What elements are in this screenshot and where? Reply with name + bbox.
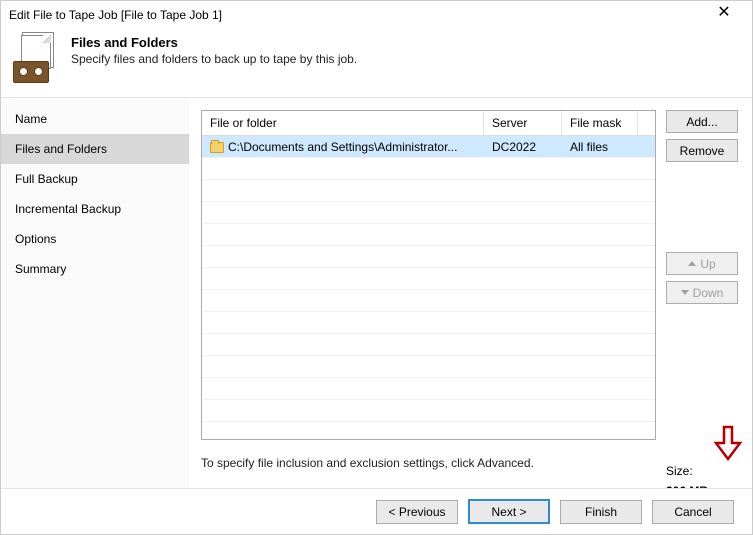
arrow-down-icon — [681, 290, 689, 295]
grid-row-empty — [202, 400, 655, 422]
previous-button[interactable]: < Previous — [376, 500, 458, 524]
sidebar-item-options[interactable]: Options — [1, 224, 189, 254]
annotation-arrow-icon — [714, 425, 742, 461]
sidebar-item-summary[interactable]: Summary — [1, 254, 189, 284]
close-icon[interactable]: ✕ — [704, 3, 744, 27]
grid-header-file[interactable]: File or folder — [202, 111, 484, 135]
grid-row-empty — [202, 180, 655, 202]
up-button[interactable]: Up — [666, 252, 738, 275]
files-grid[interactable]: File or folder Server File mask C:\Docum… — [201, 110, 656, 440]
sidebar-item-full-backup[interactable]: Full Backup — [1, 164, 189, 194]
page-title: Files and Folders — [71, 35, 357, 50]
wizard-footer: < Previous Next > Finish Cancel — [1, 488, 752, 534]
wizard-steps-sidebar: Name Files and Folders Full Backup Incre… — [1, 98, 189, 533]
finish-button[interactable]: Finish — [560, 500, 642, 524]
size-label: Size: — [666, 464, 738, 478]
grid-row-empty — [202, 334, 655, 356]
grid-row[interactable]: C:\Documents and Settings\Administrator.… — [202, 136, 655, 158]
hint-text: To specify file inclusion and exclusion … — [201, 456, 656, 470]
down-button[interactable]: Down — [666, 281, 738, 304]
add-button[interactable]: Add... — [666, 110, 738, 133]
sidebar-item-files-and-folders[interactable]: Files and Folders — [1, 134, 189, 164]
grid-row-empty — [202, 312, 655, 334]
arrow-up-icon — [688, 261, 696, 266]
grid-row-empty — [202, 268, 655, 290]
grid-row-empty — [202, 356, 655, 378]
grid-cell-path: C:\Documents and Settings\Administrator.… — [228, 140, 457, 154]
grid-header: File or folder Server File mask — [202, 111, 655, 136]
down-label: Down — [693, 286, 724, 300]
grid-row-empty — [202, 246, 655, 268]
grid-row-empty — [202, 378, 655, 400]
next-button[interactable]: Next > — [468, 499, 550, 524]
window-title: Edit File to Tape Job [File to Tape Job … — [9, 8, 704, 22]
sidebar-item-name[interactable]: Name — [1, 104, 189, 134]
up-label: Up — [700, 257, 715, 271]
grid-header-server[interactable]: Server — [484, 111, 562, 135]
wizard-header: Files and Folders Specify files and fold… — [1, 29, 752, 97]
remove-button[interactable]: Remove — [666, 139, 738, 162]
grid-cell-server: DC2022 — [484, 140, 562, 154]
grid-row-empty — [202, 158, 655, 180]
page-subtitle: Specify files and folders to back up to … — [71, 52, 357, 66]
sidebar-item-incremental-backup[interactable]: Incremental Backup — [1, 194, 189, 224]
grid-row-empty — [202, 202, 655, 224]
grid-header-mask[interactable]: File mask — [562, 111, 638, 135]
cancel-button[interactable]: Cancel — [652, 500, 734, 524]
tape-job-icon — [13, 35, 61, 83]
grid-row-empty — [202, 290, 655, 312]
grid-row-empty — [202, 224, 655, 246]
folder-icon — [210, 142, 224, 153]
grid-cell-mask: All files — [562, 140, 638, 154]
